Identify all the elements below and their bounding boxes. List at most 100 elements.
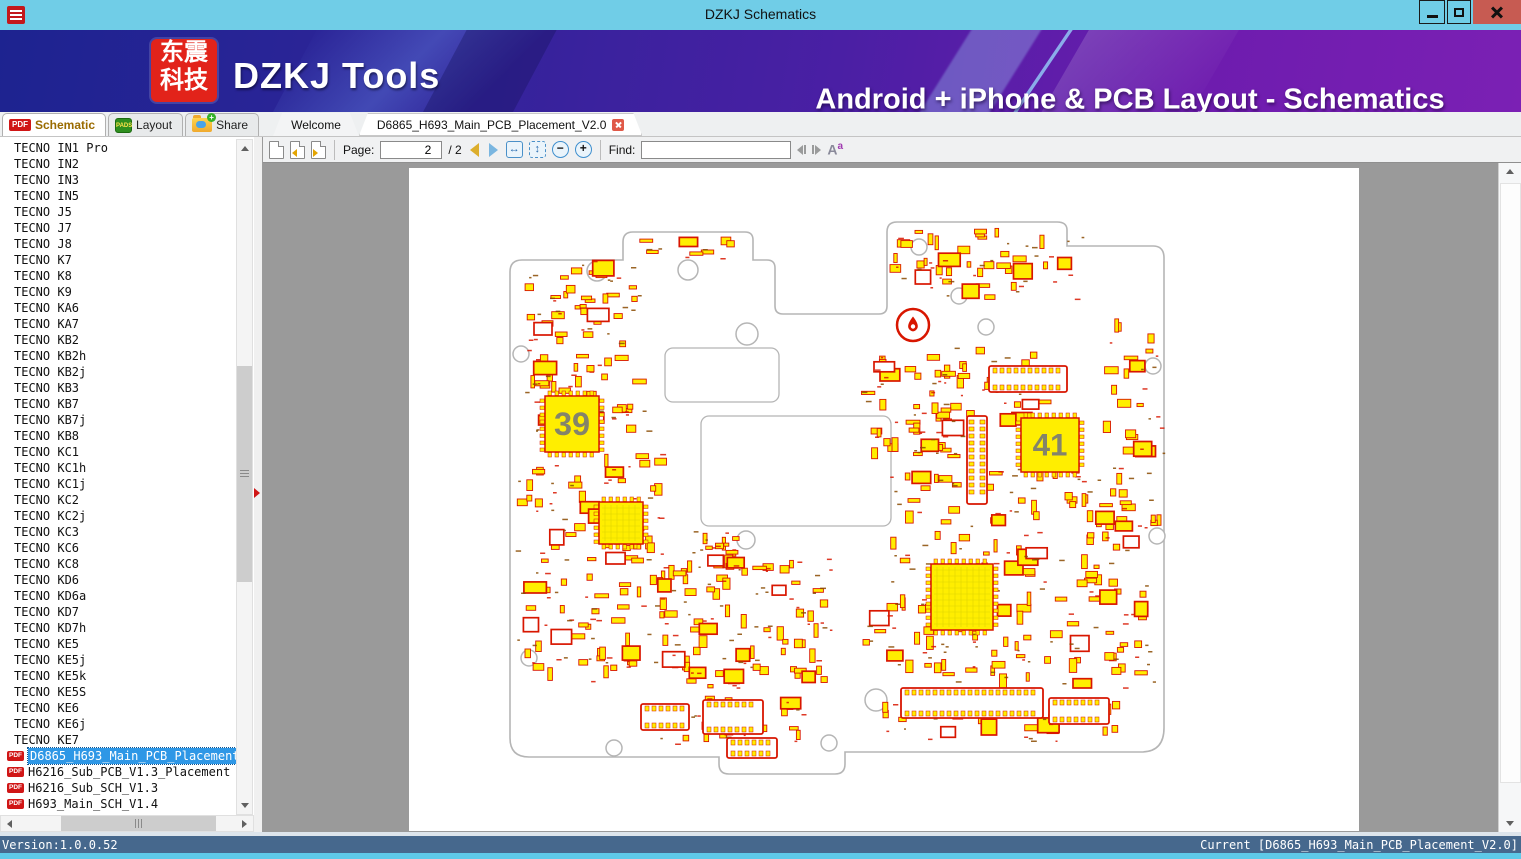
sidebar-item[interactable]: TECNO KC3 [0,524,236,540]
sidebar-item[interactable]: TECNO J8 [0,236,236,252]
sidebar-item[interactable]: TECNO KE6 [0,700,236,716]
scroll-up-button[interactable] [1499,163,1521,180]
collapse-arrow-icon[interactable] [254,488,260,498]
minimize-button[interactable] [1419,0,1445,24]
sidebar-item[interactable]: TECNO KB7j [0,412,236,428]
ribbon-tab-share[interactable]: + Share [185,113,260,136]
sidebar-item[interactable]: TECNO KB8 [0,428,236,444]
chevron-down-icon [240,803,249,808]
find-next-button[interactable] [812,144,822,155]
sidebar-pdf-item[interactable]: PDF H6216_Sub_PCB_V1.3_Placement [0,764,236,780]
sidebar-item[interactable]: TECNO KC6 [0,540,236,556]
find-previous-button[interactable] [797,144,807,155]
sidebar-item[interactable]: TECNO KC1j [0,476,236,492]
sidebar-item[interactable]: TECNO KB7 [0,396,236,412]
ribbon-tab-layout[interactable]: PADS Layout [108,113,184,136]
sidebar-item[interactable]: TECNO KE7 [0,732,236,748]
sidebar-item[interactable]: TECNO KB2j [0,364,236,380]
previous-page-button[interactable] [469,142,479,157]
sidebar-item[interactable]: TECNO KC2j [0,508,236,524]
scrollbar-thumb[interactable] [237,366,252,582]
sidebar-item[interactable]: TECNO KC1 [0,444,236,460]
sidebar-item[interactable]: TECNO KB3 [0,380,236,396]
fit-width-icon: ↔ [508,143,520,155]
doc-tab[interactable]: Welcome [273,113,359,136]
scrollbar-thumb[interactable] [61,816,216,831]
rotate-left-icon [292,148,297,157]
current-file-label: Current [D6865_H693_Main_PCB_Placement_V… [1200,838,1518,852]
sidebar-item[interactable]: TECNO KD6 [0,572,236,588]
scroll-down-button[interactable] [237,797,252,814]
pdf-viewer[interactable]: 39 41 [263,163,1521,832]
zoom-out-button[interactable]: − [551,141,569,158]
find-next-icon [815,144,822,155]
sidebar-item[interactable]: TECNO KC1h [0,460,236,476]
sidebar-item[interactable]: TECNO KC8 [0,556,236,572]
scroll-down-button[interactable] [1499,815,1521,832]
sidebar-pdf-item[interactable]: PDF H693_Main_SCH_V1.4 [0,796,236,812]
sidebar-item[interactable]: TECNO IN2 [0,156,236,172]
sidebar-splitter[interactable] [254,137,262,832]
find-label: Find: [608,142,636,157]
sidebar-item[interactable]: TECNO KE5k [0,668,236,684]
pdf-icon: PDF [7,799,24,809]
sidebar-item[interactable]: TECNO IN3 [0,172,236,188]
sidebar-item[interactable]: TECNO J7 [0,220,236,236]
sidebar-item[interactable]: TECNO KD7h [0,620,236,636]
sidebar-pdf-item[interactable]: PDF H6216_Sub_SCH_V1.3 [0,780,236,796]
rotate-left-button[interactable] [290,140,305,159]
sidebar-item-label: H6216_Sub_SCH_V1.3 [28,781,159,795]
fit-page-icon: ↕ [534,143,540,155]
sidebar-item[interactable]: TECNO KC2 [0,492,236,508]
find-input[interactable] [641,140,792,159]
toolbar-separator [599,139,601,160]
ic-number-label: 39 [554,406,590,442]
fit-page-button[interactable]: ↕ [528,141,546,158]
sidebar-item[interactable]: TECNO KD7 [0,604,236,620]
viewer-vertical-scrollbar[interactable] [1498,163,1521,832]
fit-width-button[interactable]: ↔ [505,141,523,158]
zoom-in-button[interactable]: + [574,141,592,158]
sidebar-item[interactable]: TECNO KD6a [0,588,236,604]
viewer-column: Page: / 2 ↔ ↕ − + Find: Aa 39 41 [262,137,1521,832]
single-page-icon[interactable] [269,140,284,159]
sidebar-horizontal-scrollbar[interactable] [0,815,254,832]
close-icon [1490,5,1504,19]
maximize-button[interactable] [1447,0,1471,24]
sidebar-item[interactable]: TECNO K9 [0,284,236,300]
scroll-right-button[interactable] [236,816,253,831]
doc-tab[interactable]: D6865_H693_Main_PCB_Placement_V2.0 [359,113,642,136]
sidebar-item[interactable]: TECNO KB2 [0,332,236,348]
pads-icon: PADS [115,117,132,133]
next-page-button[interactable] [488,142,498,157]
zoom-in-icon: + [579,141,587,155]
sidebar-item[interactable]: TECNO KE5 [0,636,236,652]
sidebar-item[interactable]: TECNO KE6j [0,716,236,732]
status-bar: Version:1.0.0.52 Current [D6865_H693_Mai… [0,832,1521,853]
sidebar-vertical-scrollbar[interactable] [236,139,253,815]
main-area: TECNO IN1 Pro TECNO IN2 TECNO IN3 TECNO IN5… [0,137,1521,832]
scroll-left-button[interactable] [1,816,18,831]
sidebar-item[interactable]: TECNO KA6 [0,300,236,316]
tab-close-icon[interactable] [612,119,624,131]
font-size-button[interactable]: Aa [827,141,847,158]
sidebar-item[interactable]: TECNO KE5S [0,684,236,700]
scrollbar-thumb[interactable] [1500,183,1521,783]
sidebar-item[interactable]: TECNO KE5j [0,652,236,668]
scroll-up-button[interactable] [237,140,252,157]
sidebar-item[interactable]: TECNO KA7 [0,316,236,332]
sidebar-item[interactable]: TECNO K8 [0,268,236,284]
sidebar-item[interactable]: TECNO IN5 [0,188,236,204]
app-window: DZKJ Schematics 东震 科技 DZKJ Tools Android… [0,0,1521,859]
sidebar-item[interactable]: TECNO IN1 Pro [0,140,236,156]
page-total-label: / 2 [448,142,462,157]
ribbon-tab-schematic[interactable]: PDF Schematic [2,113,107,136]
sidebar-pdf-item[interactable]: PDFD6865_H693_Main_PCB_Placement_V2.0 [0,747,236,765]
sidebar-item[interactable]: TECNO J5 [0,204,236,220]
sidebar-item[interactable]: TECNO KB2h [0,348,236,364]
rotate-right-button[interactable] [311,140,326,159]
logo-line2: 科技 [160,67,208,94]
sidebar-item[interactable]: TECNO K7 [0,252,236,268]
page-number-input[interactable] [380,140,443,159]
close-button[interactable] [1473,0,1521,24]
